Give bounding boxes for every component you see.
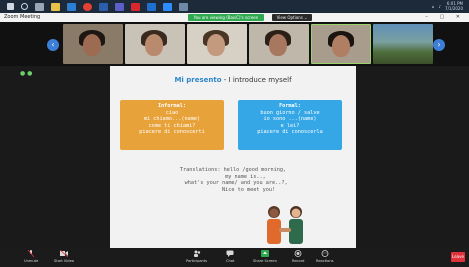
- formal-heading: Formal:: [279, 103, 301, 109]
- handshake-illustration: [267, 206, 303, 244]
- clock[interactable]: 6:01 PM 7/1/2020: [445, 1, 463, 11]
- video-off-icon: [60, 250, 68, 257]
- reactions-icon: [321, 250, 329, 257]
- edge-browser-icon[interactable]: [67, 2, 76, 11]
- window-controls[interactable]: – ▢ ✕: [425, 14, 465, 20]
- slide-title-english: - I introduce myself: [221, 76, 292, 84]
- zoom-title-bar: Zoom Meeting You are viewing (BasiC)'s s…: [0, 13, 469, 22]
- mini-status-icons[interactable]: ● ●: [20, 70, 32, 77]
- formal-line: piacere di conoscerla: [257, 129, 323, 136]
- network-icon[interactable]: ⌂: [432, 4, 435, 9]
- participant-video-3[interactable]: [187, 24, 247, 64]
- informal-heading: Informal:: [157, 103, 187, 109]
- share-screen-icon: [260, 250, 269, 257]
- view-options-button[interactable]: View Options ⌄: [272, 14, 312, 21]
- participant-video-6[interactable]: [373, 24, 433, 64]
- slide-title: Mi presento - I introduce myself: [110, 76, 356, 84]
- formal-line: e lei?: [280, 122, 300, 129]
- reactions-label: Reactions: [316, 259, 334, 263]
- participant-video-4[interactable]: [249, 24, 309, 64]
- participant-video-1[interactable]: [63, 24, 123, 64]
- windows-start-icon[interactable]: [7, 3, 14, 10]
- translation-text: Translations: hello /good morning, my na…: [179, 167, 288, 193]
- leave-meeting-button[interactable]: Leave: [451, 252, 465, 262]
- app-taskbar-icon[interactable]: [179, 2, 188, 11]
- informal-line: piacere di conoscerti: [139, 129, 205, 136]
- participant-gallery: ‹ ›: [0, 22, 469, 66]
- record-label: Record: [292, 259, 305, 263]
- share-screen-button[interactable]: Share Screen: [253, 250, 277, 263]
- word-icon[interactable]: [99, 2, 108, 11]
- gallery-prev-button[interactable]: ‹: [47, 39, 59, 51]
- system-tray: ⌂ ♪ 6:01 PM 7/1/2020: [432, 1, 463, 11]
- shared-screen-slide: Mi presento - I introduce myself Informa…: [110, 66, 356, 248]
- formal-line: io sono ...(name): [263, 116, 317, 123]
- participant-video-2[interactable]: [125, 24, 185, 64]
- slide-title-italian: Mi presento: [174, 76, 222, 84]
- meeting-toolbar: Unmute Start Video Participants Chat Sha…: [0, 248, 469, 267]
- task-view-icon[interactable]: [35, 2, 44, 11]
- clock-date: 7/1/2020: [445, 6, 463, 11]
- gallery-next-button[interactable]: ›: [433, 39, 445, 51]
- unmute-label: Unmute: [24, 259, 39, 263]
- chat-label: Chat: [226, 259, 235, 263]
- informal-line: come ti chiami?: [148, 122, 196, 129]
- zoom-taskbar-icon[interactable]: [163, 2, 172, 11]
- search-icon[interactable]: [21, 3, 28, 10]
- acrobat-icon[interactable]: [131, 2, 140, 11]
- unmute-button[interactable]: Unmute: [24, 250, 38, 263]
- record-icon: [294, 250, 302, 257]
- file-explorer-icon[interactable]: [51, 2, 60, 11]
- outlook-icon[interactable]: [147, 2, 156, 11]
- participant-video-5[interactable]: [311, 24, 371, 64]
- start-video-button[interactable]: Start Video: [54, 250, 74, 263]
- informal-box: Informal: ciao mi chiamo...(name) come t…: [120, 100, 224, 150]
- informal-line: ciao: [165, 109, 179, 116]
- start-video-label: Start Video: [54, 259, 74, 263]
- participants-button[interactable]: Participants: [186, 250, 207, 263]
- record-button[interactable]: Record: [292, 250, 304, 263]
- chrome-icon[interactable]: [83, 2, 92, 11]
- participants-icon: [193, 250, 200, 257]
- formal-box: Formal: buon giorno / salve io sono ...(…: [238, 100, 342, 150]
- participants-label: Participants: [186, 259, 208, 263]
- windows-taskbar: ⌂ ♪ 6:01 PM 7/1/2020: [0, 0, 469, 13]
- teams-icon[interactable]: [115, 2, 124, 11]
- microphone-muted-icon: [27, 250, 35, 257]
- chat-button[interactable]: Chat: [226, 250, 234, 263]
- reactions-button[interactable]: Reactions: [316, 250, 333, 263]
- share-screen-label: Share Screen: [253, 259, 277, 263]
- informal-line: mi chiamo...(name): [143, 116, 201, 123]
- screen-share-banner: You are viewing (BasiC)'s screen: [188, 14, 264, 21]
- chat-icon: [226, 250, 234, 257]
- formal-line: buon giorno / salve: [260, 109, 320, 116]
- volume-icon[interactable]: ♪: [438, 4, 441, 9]
- window-title: Zoom Meeting: [4, 14, 41, 20]
